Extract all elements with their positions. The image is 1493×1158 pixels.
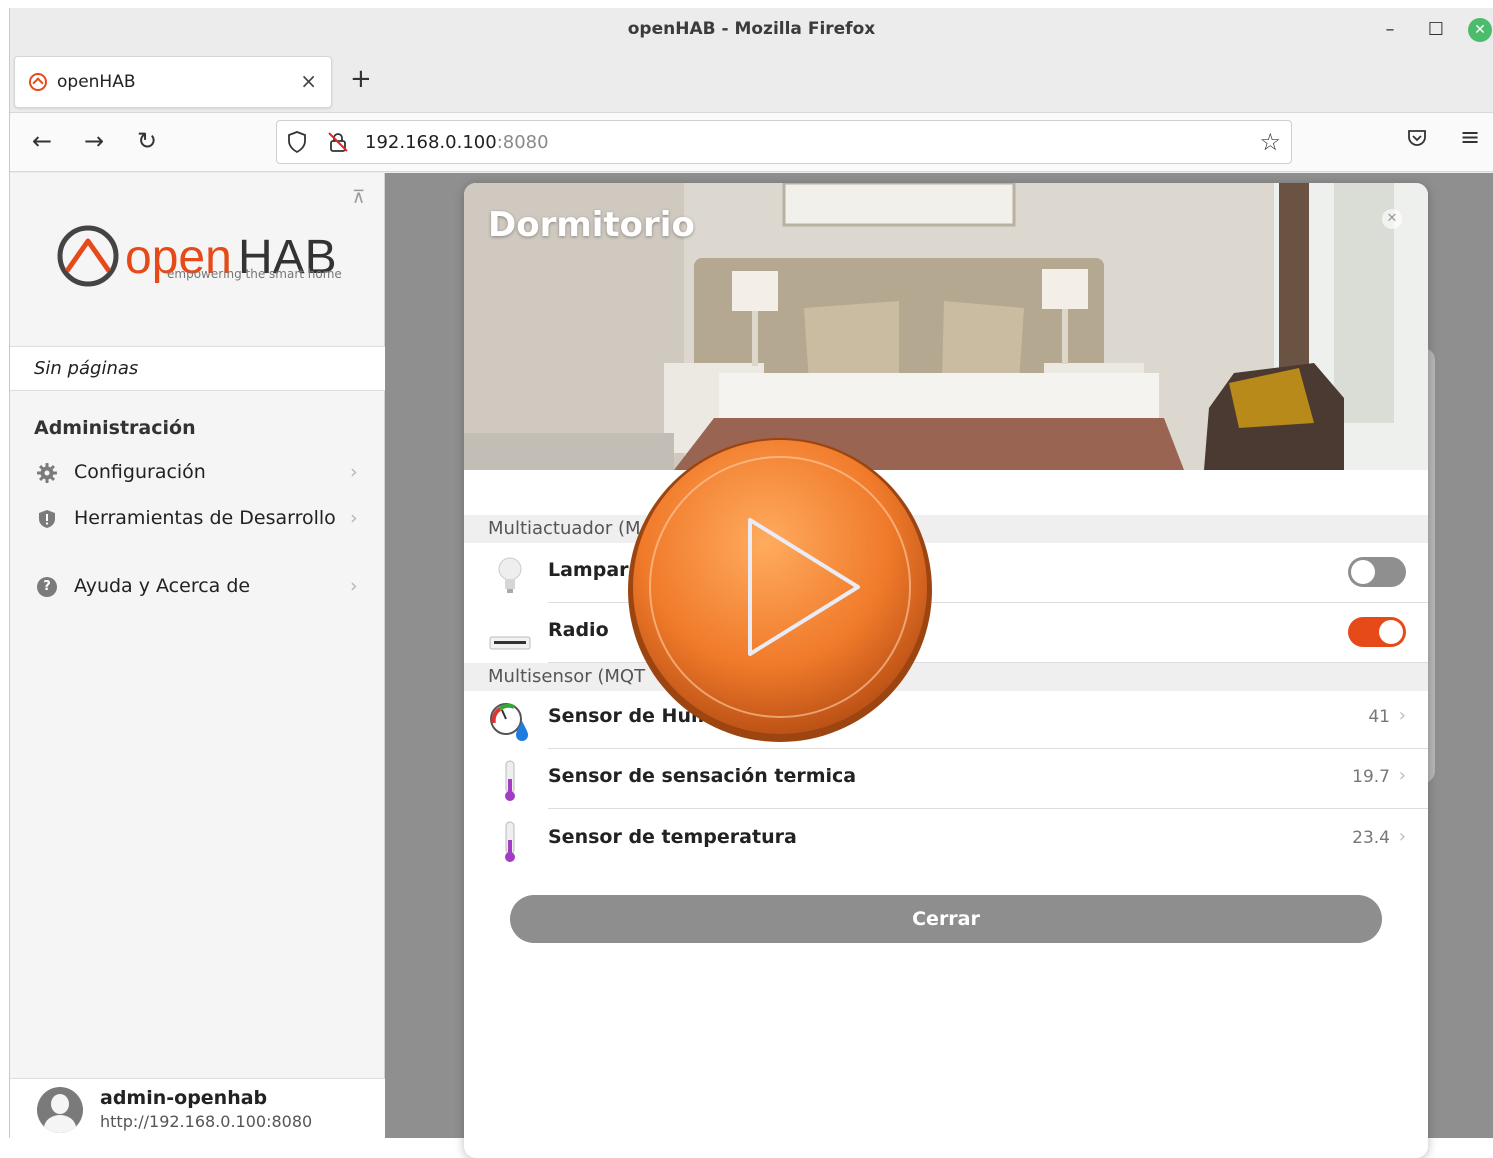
chevron-right-icon: › [350, 507, 358, 529]
thermometer-icon [505, 760, 515, 801]
title-bar: openHAB - Mozilla Firefox – ☐ ✕ [10, 8, 1493, 52]
url-port: :8080 [496, 132, 549, 153]
bookmark-star-icon[interactable]: ☆ [1259, 128, 1281, 156]
sidebar-item-label: Configuración [74, 461, 206, 483]
sidebar-item-herramientas[interactable]: Herramientas de Desarrollo › [10, 499, 385, 539]
close-window-button[interactable]: ✕ [1468, 18, 1492, 42]
list-item-sensacion-termica[interactable]: Sensor de sensación termica 19.7 › [464, 749, 1428, 809]
gear-icon [37, 463, 57, 483]
tab-label: openHAB [57, 72, 136, 92]
url-text[interactable]: 192.168.0.100:8080 [365, 132, 549, 153]
play-button-icon[interactable] [620, 430, 940, 750]
back-arrow-icon[interactable]: ← [32, 127, 52, 155]
close-icon[interactable]: ✕ [1382, 209, 1402, 229]
close-button[interactable]: Cerrar [510, 895, 1382, 943]
list-item-temperatura[interactable]: Sensor de temperatura 23.4 › [464, 810, 1428, 870]
user-name: admin-openhab [100, 1087, 268, 1109]
group-header-multiactuador: Multiactuador (M [464, 515, 1428, 543]
row-value: 19.7 [1352, 767, 1390, 787]
row-value: 41 [1368, 707, 1390, 727]
radio-icon [489, 636, 531, 650]
list-item-lampara[interactable]: Lampara [464, 543, 1428, 603]
openhab-favicon-icon [29, 73, 47, 91]
group-label: Multiactuador (M [488, 518, 641, 539]
openhab-logo: open HAB empowering the smart home [55, 223, 355, 293]
divider [548, 808, 1428, 809]
toggle-knob [1351, 560, 1375, 584]
room-title: Dormitorio [488, 205, 695, 245]
tab-bar: openHAB × + [10, 52, 1493, 112]
logo-mark-icon: open HAB [57, 225, 337, 287]
insecure-lock-icon[interactable] [327, 131, 349, 153]
sidebar-item-configuracion[interactable]: Configuración › [10, 453, 385, 493]
shield-icon[interactable] [287, 131, 307, 153]
navigation-bar: ← → ↻ 192.168.0.100:8080 ☆ ≡ [10, 112, 1493, 172]
chevron-right-icon: › [350, 575, 358, 597]
sidebar-item-label: Herramientas de Desarrollo [74, 507, 336, 529]
close-tab-icon[interactable]: × [300, 69, 317, 93]
maximize-button[interactable]: ☐ [1424, 18, 1448, 42]
help-icon: ? [37, 577, 57, 597]
thermometer-icon [505, 821, 515, 862]
no-pages-item: Sin páginas [10, 346, 385, 391]
url-host: 192.168.0.100 [365, 132, 497, 153]
sidebar: ⊼ open HAB empowering the smart home Sin… [10, 173, 385, 1138]
admin-section-title: Administración [34, 417, 196, 439]
minimize-button[interactable]: – [1378, 18, 1402, 42]
hamburger-menu-icon[interactable]: ≡ [1460, 123, 1480, 151]
lightbulb-icon [498, 557, 522, 593]
room-photo: Dormitorio ✕ [464, 183, 1428, 470]
tab-openhab[interactable]: openHAB × [14, 56, 332, 108]
reload-icon[interactable]: ↻ [137, 127, 157, 155]
humidity-icon [490, 703, 528, 741]
lampara-toggle[interactable] [1348, 557, 1406, 587]
row-label: Radio [548, 619, 609, 641]
user-url: http://192.168.0.100:8080 [100, 1112, 313, 1131]
row-value: 23.4 [1352, 828, 1390, 848]
pin-icon[interactable]: ⊼ [352, 187, 365, 208]
avatar [37, 1087, 83, 1133]
new-tab-button[interactable]: + [350, 64, 372, 94]
pocket-icon[interactable] [1406, 127, 1428, 149]
group-header-multisensor: Multisensor (MQT [464, 663, 1428, 691]
room-modal: Dormitorio ✕ Multiactuador (M Lampara Ra… [464, 183, 1428, 1158]
sidebar-item-label: Ayuda y Acerca de [74, 575, 251, 597]
window-title: openHAB - Mozilla Firefox [627, 19, 876, 39]
chevron-right-icon: › [1398, 826, 1406, 847]
shield-icon [39, 510, 55, 528]
row-label: Sensor de temperatura [548, 826, 797, 848]
chevron-right-icon: › [1398, 765, 1406, 786]
url-bar[interactable]: 192.168.0.100:8080 ☆ [276, 120, 1292, 164]
chevron-right-icon: › [350, 461, 358, 483]
row-label: Sensor de sensación termica [548, 765, 857, 787]
sidebar-item-ayuda[interactable]: ? Ayuda y Acerca de › [10, 567, 385, 607]
chevron-right-icon: › [1398, 705, 1406, 726]
forward-arrow-icon[interactable]: → [84, 127, 104, 155]
no-pages-label: Sin páginas [34, 358, 139, 379]
toggle-knob [1379, 620, 1403, 644]
logo-tagline: empowering the smart home [167, 267, 342, 281]
list-item-humedad[interactable]: Sensor de Hum 41 › [464, 689, 1428, 749]
list-item-radio[interactable]: Radio [464, 603, 1428, 663]
radio-toggle[interactable] [1348, 617, 1406, 647]
user-panel[interactable]: admin-openhab http://192.168.0.100:8080 [10, 1078, 385, 1138]
